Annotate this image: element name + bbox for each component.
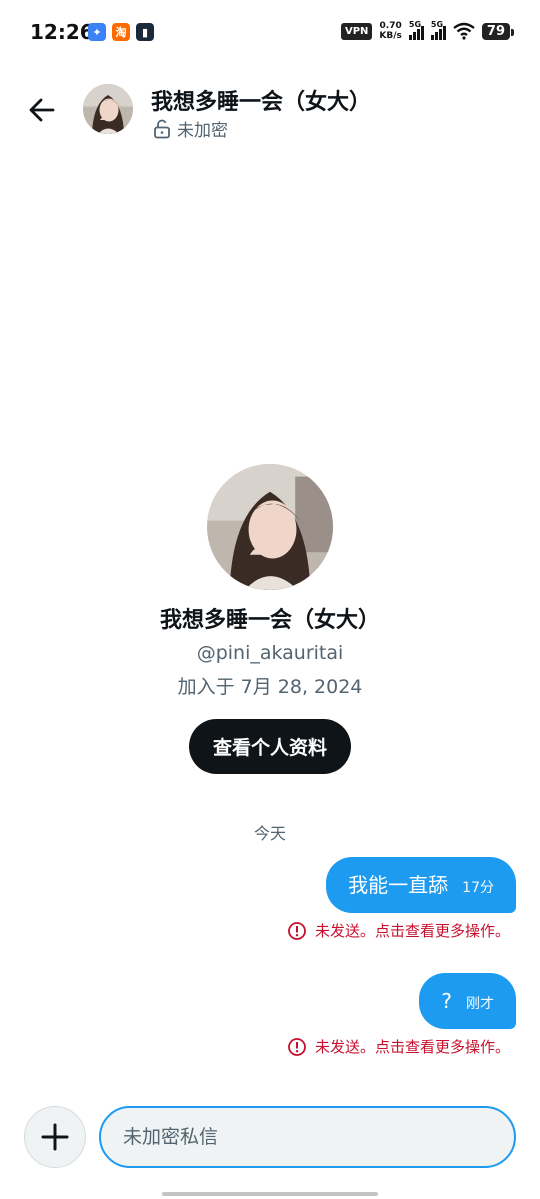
plus-icon (41, 1123, 69, 1151)
send-error-text: 未发送。点击查看更多操作。 (314, 922, 510, 940)
profile-join-date: 加入于 7月 28, 2024 (177, 676, 363, 698)
signal-icon: 5G (430, 20, 446, 40)
home-indicator[interactable] (162, 1192, 378, 1196)
message-text: ? (441, 989, 452, 1013)
status-time: 12:26 (30, 20, 94, 44)
send-error-notice[interactable]: 未发送。点击查看更多操作。 (287, 920, 510, 941)
network-speed-value: 0.70 (379, 21, 402, 31)
encryption-status: 未加密 (153, 116, 228, 141)
header-contact-name[interactable]: 我想多睡一会（女大） (151, 84, 371, 116)
status-app-icons: ✦ 淘 ▮ (88, 23, 154, 41)
profile-summary: 我想多睡一会（女大） @pini_akauritai 加入于 7月 28, 20… (0, 464, 540, 774)
message-input-wrapper (99, 1106, 516, 1168)
message-time: 刚才 (466, 996, 494, 1012)
wifi-icon (453, 22, 475, 40)
signal-label: 5G (408, 20, 422, 29)
send-error-notice[interactable]: 未发送。点击查看更多操作。 (287, 1036, 510, 1057)
battery-indicator: 79 (481, 22, 515, 40)
app-notification-icon: ▮ (136, 23, 154, 41)
back-button[interactable] (24, 92, 60, 128)
message-input[interactable] (101, 1108, 514, 1166)
conversation-header: 我想多睡一会（女大） 未加密 (0, 70, 540, 150)
avatar-image (83, 84, 133, 134)
unlock-icon (154, 119, 170, 138)
back-arrow-icon (29, 98, 55, 122)
message-bubble[interactable]: 我能一直舔 17分 (326, 857, 516, 913)
date-separator: 今天 (253, 824, 286, 843)
view-profile-button[interactable]: 查看个人资料 (188, 719, 351, 774)
profile-handle: @pini_akauritai (196, 642, 344, 664)
message-text: 我能一直舔 (348, 873, 449, 897)
send-error-text: 未发送。点击查看更多操作。 (314, 1038, 510, 1056)
profile-avatar[interactable] (207, 464, 333, 590)
message-bubble[interactable]: ? 刚才 (419, 973, 516, 1029)
signal-label: 5G (430, 20, 444, 29)
encryption-label: 未加密 (177, 121, 228, 141)
network-speed: 0.70 KB/s (379, 21, 401, 41)
header-avatar[interactable] (83, 84, 133, 134)
signal-icon: 5G (408, 20, 424, 40)
network-speed-unit: KB/s (379, 31, 402, 41)
error-icon (288, 921, 306, 940)
error-icon (288, 1037, 306, 1056)
vpn-badge: VPN (340, 22, 373, 40)
profile-name: 我想多睡一会（女大） (159, 608, 380, 633)
add-attachment-button[interactable] (24, 1106, 86, 1168)
message-time: 17分 (462, 880, 494, 896)
status-indicators: VPN 0.70 KB/s 5G 5G 79 (340, 20, 515, 41)
message-composer (0, 1106, 540, 1168)
avatar-image (207, 464, 333, 590)
app-notification-icon: ✦ (88, 23, 106, 41)
taobao-app-icon: 淘 (112, 23, 130, 41)
status-bar: 12:26 ✦ 淘 ▮ VPN 0.70 KB/s 5G 5G 79 (0, 0, 540, 66)
